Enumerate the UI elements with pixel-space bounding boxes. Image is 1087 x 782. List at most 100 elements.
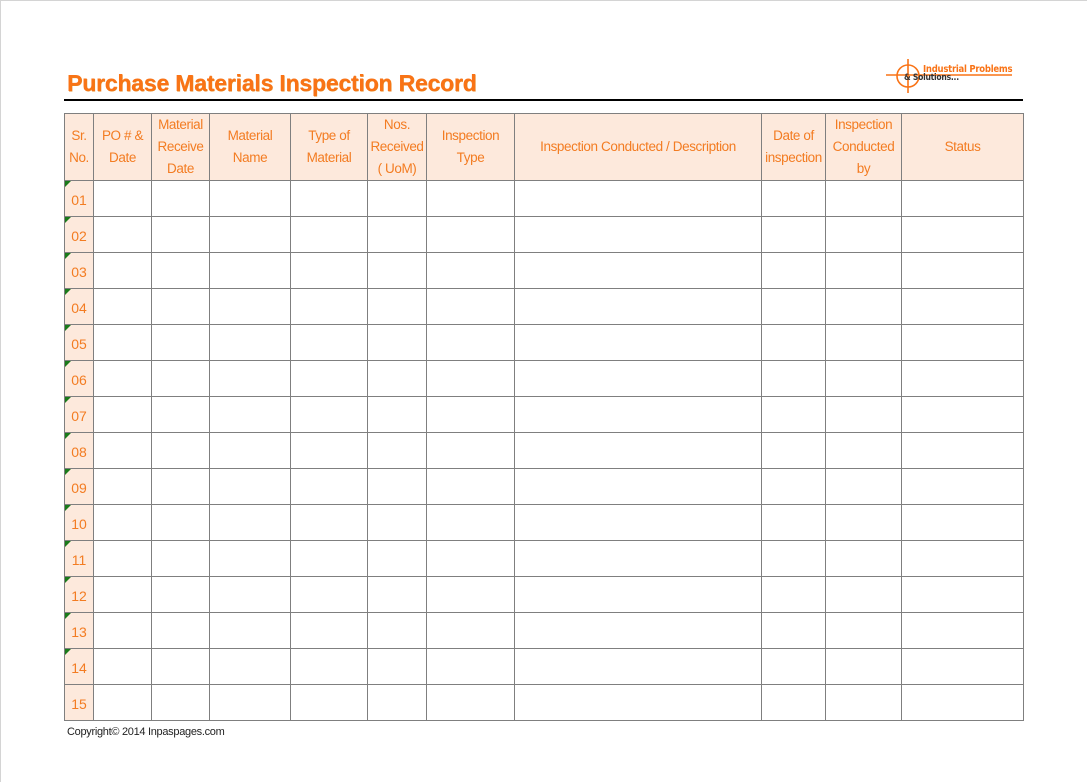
- comment-indicator-icon[interactable]: [65, 433, 71, 439]
- cell-status[interactable]: [901, 468, 1024, 505]
- cell-type-of-material[interactable]: [290, 396, 368, 433]
- cell-inspection-type[interactable]: [426, 468, 515, 505]
- cell-status[interactable]: [901, 288, 1024, 325]
- cell-material-receive-date[interactable]: [151, 612, 210, 649]
- cell-type-of-material[interactable]: [290, 540, 368, 577]
- cell-po-date[interactable]: [93, 432, 152, 469]
- cell-inspection-description[interactable]: [514, 396, 762, 433]
- cell-material-receive-date[interactable]: [151, 252, 210, 289]
- cell-type-of-material[interactable]: [290, 288, 368, 325]
- cell-inspection-type[interactable]: [426, 216, 515, 253]
- comment-indicator-icon[interactable]: [65, 649, 71, 655]
- cell-type-of-material[interactable]: [290, 648, 368, 685]
- cell-material-name[interactable]: [209, 576, 291, 613]
- cell-inspection-conducted-by[interactable]: [825, 684, 902, 721]
- cell-type-of-material[interactable]: [290, 504, 368, 541]
- cell-inspection-conducted-by[interactable]: [825, 216, 902, 253]
- cell-inspection-conducted-by[interactable]: [825, 540, 902, 577]
- cell-nos-received[interactable]: [367, 180, 427, 217]
- cell-date-of-inspection[interactable]: [761, 576, 826, 613]
- cell-status[interactable]: [901, 684, 1024, 721]
- cell-material-receive-date[interactable]: [151, 216, 210, 253]
- cell-po-date[interactable]: [93, 612, 152, 649]
- cell-material-name[interactable]: [209, 324, 291, 361]
- cell-inspection-description[interactable]: [514, 540, 762, 577]
- cell-inspection-description[interactable]: [514, 432, 762, 469]
- cell-po-date[interactable]: [93, 468, 152, 505]
- cell-inspection-type[interactable]: [426, 252, 515, 289]
- cell-type-of-material[interactable]: [290, 684, 368, 721]
- cell-type-of-material[interactable]: [290, 216, 368, 253]
- cell-date-of-inspection[interactable]: [761, 540, 826, 577]
- comment-indicator-icon[interactable]: [65, 397, 71, 403]
- cell-date-of-inspection[interactable]: [761, 216, 826, 253]
- comment-indicator-icon[interactable]: [65, 325, 71, 331]
- cell-po-date[interactable]: [93, 360, 152, 397]
- cell-date-of-inspection[interactable]: [761, 684, 826, 721]
- cell-status[interactable]: [901, 324, 1024, 361]
- cell-inspection-type[interactable]: [426, 648, 515, 685]
- cell-inspection-description[interactable]: [514, 252, 762, 289]
- cell-nos-received[interactable]: [367, 396, 427, 433]
- cell-inspection-description[interactable]: [514, 288, 762, 325]
- cell-inspection-type[interactable]: [426, 432, 515, 469]
- cell-inspection-type[interactable]: [426, 180, 515, 217]
- cell-material-receive-date[interactable]: [151, 468, 210, 505]
- cell-date-of-inspection[interactable]: [761, 648, 826, 685]
- cell-inspection-type[interactable]: [426, 576, 515, 613]
- cell-date-of-inspection[interactable]: [761, 252, 826, 289]
- cell-type-of-material[interactable]: [290, 612, 368, 649]
- cell-material-receive-date[interactable]: [151, 648, 210, 685]
- cell-status[interactable]: [901, 648, 1024, 685]
- cell-material-receive-date[interactable]: [151, 432, 210, 469]
- comment-indicator-icon[interactable]: [65, 505, 71, 511]
- cell-status[interactable]: [901, 540, 1024, 577]
- cell-material-receive-date[interactable]: [151, 288, 210, 325]
- cell-inspection-conducted-by[interactable]: [825, 180, 902, 217]
- cell-inspection-conducted-by[interactable]: [825, 252, 902, 289]
- cell-material-receive-date[interactable]: [151, 396, 210, 433]
- cell-material-name[interactable]: [209, 360, 291, 397]
- cell-material-name[interactable]: [209, 288, 291, 325]
- cell-po-date[interactable]: [93, 396, 152, 433]
- cell-po-date[interactable]: [93, 576, 152, 613]
- cell-inspection-conducted-by[interactable]: [825, 360, 902, 397]
- comment-indicator-icon[interactable]: [65, 253, 71, 259]
- cell-nos-received[interactable]: [367, 468, 427, 505]
- cell-date-of-inspection[interactable]: [761, 612, 826, 649]
- cell-status[interactable]: [901, 360, 1024, 397]
- cell-nos-received[interactable]: [367, 684, 427, 721]
- cell-inspection-description[interactable]: [514, 648, 762, 685]
- cell-nos-received[interactable]: [367, 576, 427, 613]
- cell-inspection-description[interactable]: [514, 684, 762, 721]
- cell-type-of-material[interactable]: [290, 468, 368, 505]
- cell-material-receive-date[interactable]: [151, 540, 210, 577]
- cell-status[interactable]: [901, 576, 1024, 613]
- cell-inspection-description[interactable]: [514, 360, 762, 397]
- cell-po-date[interactable]: [93, 324, 152, 361]
- cell-inspection-conducted-by[interactable]: [825, 324, 902, 361]
- cell-material-name[interactable]: [209, 180, 291, 217]
- cell-material-name[interactable]: [209, 648, 291, 685]
- cell-nos-received[interactable]: [367, 360, 427, 397]
- cell-type-of-material[interactable]: [290, 252, 368, 289]
- cell-type-of-material[interactable]: [290, 576, 368, 613]
- cell-inspection-description[interactable]: [514, 468, 762, 505]
- cell-status[interactable]: [901, 396, 1024, 433]
- cell-nos-received[interactable]: [367, 612, 427, 649]
- cell-type-of-material[interactable]: [290, 360, 368, 397]
- cell-nos-received[interactable]: [367, 216, 427, 253]
- cell-nos-received[interactable]: [367, 648, 427, 685]
- cell-date-of-inspection[interactable]: [761, 324, 826, 361]
- cell-date-of-inspection[interactable]: [761, 180, 826, 217]
- cell-inspection-conducted-by[interactable]: [825, 612, 902, 649]
- comment-indicator-icon[interactable]: [65, 613, 71, 619]
- cell-po-date[interactable]: [93, 288, 152, 325]
- comment-indicator-icon[interactable]: [65, 181, 71, 187]
- cell-material-receive-date[interactable]: [151, 684, 210, 721]
- cell-inspection-description[interactable]: [514, 576, 762, 613]
- cell-nos-received[interactable]: [367, 432, 427, 469]
- cell-material-receive-date[interactable]: [151, 324, 210, 361]
- comment-indicator-icon[interactable]: [65, 577, 71, 583]
- cell-material-receive-date[interactable]: [151, 576, 210, 613]
